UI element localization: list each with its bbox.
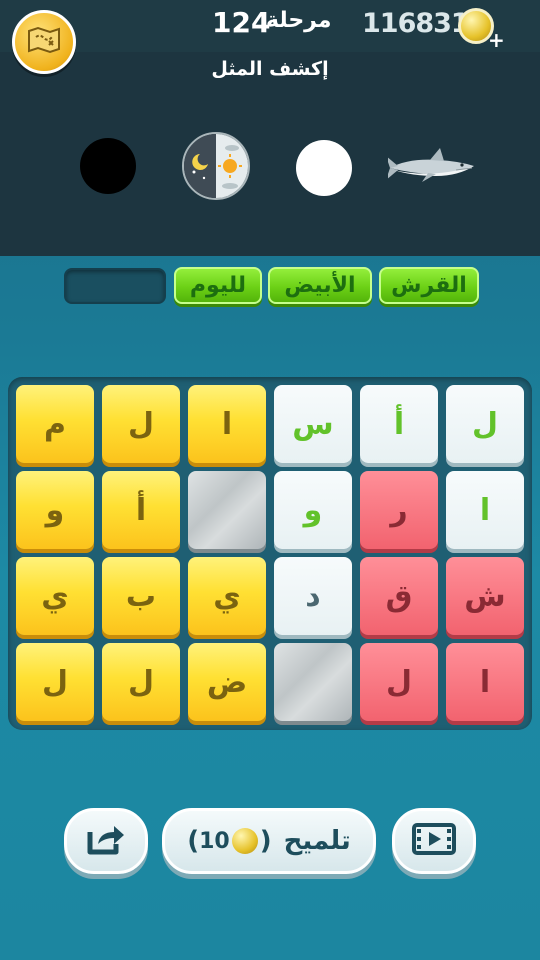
letter-tile[interactable]: ل <box>102 385 180 463</box>
day-night-image <box>182 132 250 200</box>
shark-image <box>386 146 480 186</box>
answer-word-1[interactable]: القرش <box>379 267 479 304</box>
letter-tile[interactable]: ل <box>360 643 438 721</box>
level-number: 124 <box>212 6 271 39</box>
answer-word-2[interactable]: الأبيض <box>268 267 372 304</box>
treasure-map-icon <box>26 25 62 59</box>
hint-paren-open: ( <box>187 826 200 856</box>
coin-balance: 1168313 <box>362 8 488 39</box>
share-button[interactable] <box>64 808 148 874</box>
letter-tile[interactable]: ا <box>188 385 266 463</box>
letter-tile[interactable]: ب <box>102 557 180 635</box>
letter-tile[interactable]: ي <box>16 557 94 635</box>
answer-word-3[interactable]: لليوم <box>174 267 262 304</box>
letter-tile[interactable]: ر <box>360 471 438 549</box>
share-icon <box>86 822 126 860</box>
black-circle-image <box>80 138 136 194</box>
letter-tile[interactable]: أ <box>102 471 180 549</box>
hint-paren-close: ) <box>259 826 272 856</box>
hint-cost: 10 <box>199 828 230 854</box>
used-stone-tile <box>274 643 352 721</box>
letter-tile[interactable]: ض <box>188 643 266 721</box>
letter-tile[interactable]: م <box>16 385 94 463</box>
answer-empty-slot[interactable] <box>64 268 166 304</box>
video-ad-icon <box>412 823 456 859</box>
white-circle-image <box>296 140 352 196</box>
hint-button[interactable]: ( 10 ) تلميح <box>162 808 376 874</box>
letter-tile[interactable]: ا <box>446 643 524 721</box>
watch-video-button[interactable] <box>392 808 476 874</box>
instruction-text: إكشف المثل <box>211 58 329 80</box>
letter-tile[interactable]: ل <box>102 643 180 721</box>
letter-tile[interactable]: ل <box>16 643 94 721</box>
letter-tile[interactable]: ا <box>446 471 524 549</box>
add-coins-plus-icon[interactable]: + <box>488 28 505 52</box>
map-button[interactable] <box>12 10 76 74</box>
letter-tile[interactable]: ي <box>188 557 266 635</box>
coin-icon <box>231 828 258 854</box>
letter-tile[interactable]: و <box>274 471 352 549</box>
used-stone-tile <box>188 471 266 549</box>
letter-tile[interactable]: ق <box>360 557 438 635</box>
letter-tile[interactable]: ش <box>446 557 524 635</box>
letter-tile[interactable]: أ <box>360 385 438 463</box>
letter-tile[interactable]: س <box>274 385 352 463</box>
letter-tile[interactable]: و <box>16 471 94 549</box>
level-label: مرحلة <box>266 8 332 33</box>
letter-tile[interactable]: ل <box>446 385 524 463</box>
hint-label: تلميح <box>283 826 351 856</box>
letter-tile[interactable]: د <box>274 557 352 635</box>
